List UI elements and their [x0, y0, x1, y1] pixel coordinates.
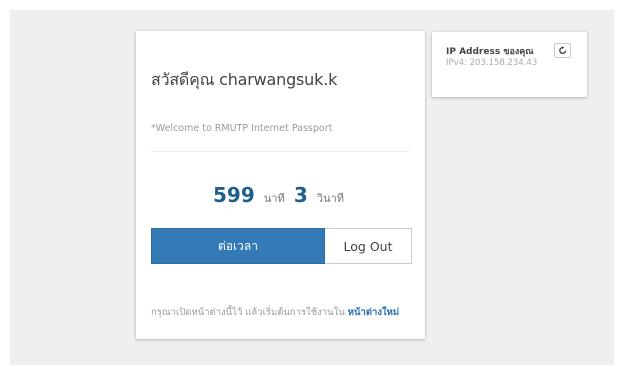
new-window-link[interactable]: หน้าต่างใหม่: [348, 307, 399, 318]
login-status-card: สวัสดีคุณ charwangsuk.k *Welcome to RMUT…: [136, 31, 425, 339]
ip-value: IPv4: 203.158.234.43: [446, 58, 538, 68]
timer-seconds: 3: [293, 183, 308, 207]
page: สวัสดีคุณ charwangsuk.k *Welcome to RMUT…: [0, 0, 622, 380]
ip-address-card: IP Address ของคุณ IPv4: 203.158.234.43: [432, 32, 587, 97]
remaining-time: 599 นาที 3 วินาที: [136, 183, 425, 207]
timer-seconds-unit: วินาที: [316, 192, 345, 205]
welcome-text: *Welcome to RMUTP Internet Passport: [151, 123, 333, 134]
action-buttons: ต่อเวลา Log Out: [151, 228, 412, 264]
extend-time-button[interactable]: ต่อเวลา: [151, 228, 325, 264]
refresh-icon: [558, 46, 566, 54]
footer-text: กรุณาเปิดหน้าต่างนี้ไว้ แล้วเริ่มต้นการใ…: [151, 307, 345, 318]
footer-note: กรุณาเปิดหน้าต่างนี้ไว้ แล้วเริ่มต้นการใ…: [151, 305, 399, 320]
timer-minutes-unit: นาที: [263, 192, 285, 205]
divider: [151, 151, 410, 152]
refresh-button[interactable]: [554, 43, 571, 58]
timer-minutes: 599: [212, 183, 255, 207]
ip-title: IP Address ของคุณ: [446, 47, 534, 57]
logout-button[interactable]: Log Out: [325, 228, 412, 264]
greeting-text: สวัสดีคุณ charwangsuk.k: [151, 70, 338, 89]
